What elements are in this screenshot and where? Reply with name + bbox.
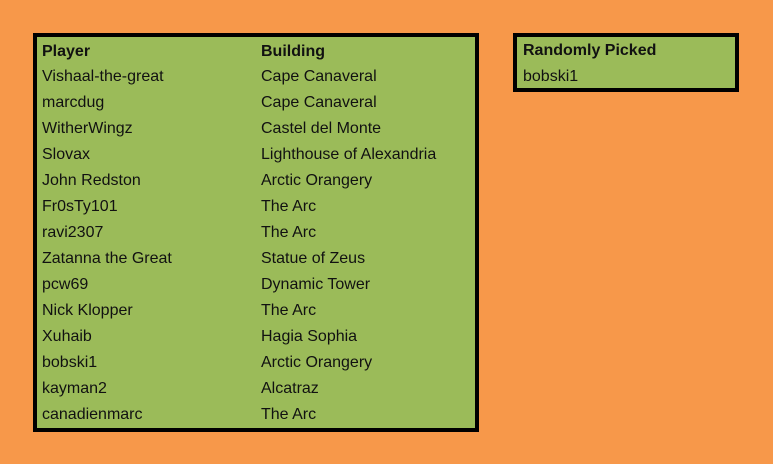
randomly-picked-title: Randomly Picked (523, 42, 657, 59)
player-cell: John Redston (42, 172, 141, 189)
building-cell: The Arc (261, 224, 317, 241)
table-row: Fr0sTy101 The Arc (42, 194, 471, 220)
player-cell: kayman2 (42, 380, 107, 397)
building-cell: The Arc (261, 302, 317, 319)
building-cell: Cape Canaveral (261, 68, 377, 85)
table-header-row: Player Building (42, 40, 471, 64)
player-cell: marcdug (42, 94, 105, 111)
player-column-header: Player (42, 43, 91, 60)
building-cell: Lighthouse of Alexandria (261, 146, 437, 163)
building-cell: Hagia Sophia (261, 328, 358, 345)
players-table: Player Building Vishaal-the-great Cape C… (42, 40, 471, 428)
table-row: Slovax Lighthouse of Alexandria (42, 142, 471, 168)
randomly-picked-panel: Randomly Picked bobski1 (513, 33, 739, 92)
table-row: Xuhaib Hagia Sophia (42, 324, 471, 350)
building-cell: Arctic Orangery (261, 172, 373, 189)
table-row: kayman2 Alcatraz (42, 376, 471, 402)
players-table-body: Vishaal-the-great Cape Canaveral marcdug… (42, 64, 471, 428)
building-cell: The Arc (261, 406, 317, 423)
players-panel: Player Building Vishaal-the-great Cape C… (33, 33, 479, 432)
table-row: John Redston Arctic Orangery (42, 168, 471, 194)
player-cell: Slovax (42, 146, 91, 163)
player-cell: Zatanna the Great (42, 250, 172, 267)
table-row: Nick Klopper The Arc (42, 298, 471, 324)
table-row: canadienmarc The Arc (42, 402, 471, 428)
table-row: marcdug Cape Canaveral (42, 90, 471, 116)
building-column-header: Building (261, 43, 325, 60)
player-cell: bobski1 (42, 354, 98, 371)
player-cell: Nick Klopper (42, 302, 133, 319)
table-row: Vishaal-the-great Cape Canaveral (42, 64, 471, 90)
building-cell: Alcatraz (261, 380, 319, 397)
player-cell: canadienmarc (42, 406, 143, 423)
player-cell: Fr0sTy101 (42, 198, 118, 215)
table-row: Zatanna the Great Statue of Zeus (42, 246, 471, 272)
table-row: bobski1 Arctic Orangery (42, 350, 471, 376)
randomly-picked-value: bobski1 (523, 68, 579, 85)
table-row: WitherWingz Castel del Monte (42, 116, 471, 142)
player-cell: Xuhaib (42, 328, 92, 345)
table-row: ravi2307 The Arc (42, 220, 471, 246)
building-cell: Cape Canaveral (261, 94, 377, 111)
building-cell: Castel del Monte (261, 120, 382, 137)
player-cell: Vishaal-the-great (42, 68, 164, 85)
player-cell: WitherWingz (42, 120, 133, 137)
player-cell: ravi2307 (42, 224, 104, 241)
player-cell: pcw69 (42, 276, 89, 293)
building-cell: Statue of Zeus (261, 250, 366, 267)
building-cell: The Arc (261, 198, 317, 215)
table-row: pcw69 Dynamic Tower (42, 272, 471, 298)
building-cell: Arctic Orangery (261, 354, 373, 371)
building-cell: Dynamic Tower (261, 276, 371, 293)
